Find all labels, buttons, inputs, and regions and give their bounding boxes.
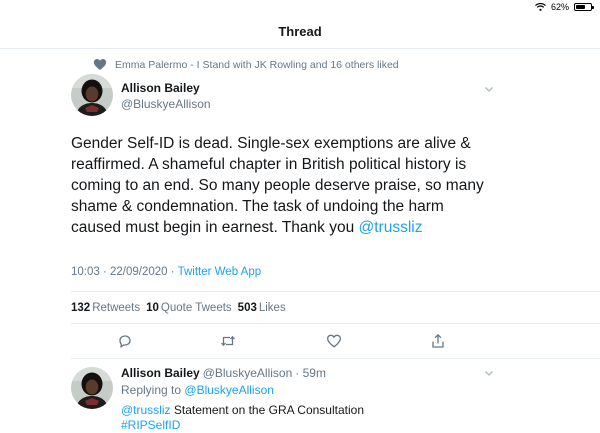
- tweet-timestamp: 10:03 · 22/09/2020 ·: [71, 266, 175, 278]
- retweets-count: 132: [71, 302, 91, 314]
- avatar[interactable]: [71, 74, 113, 116]
- reply-button[interactable]: [117, 333, 133, 349]
- tweet-client-link[interactable]: Twitter Web App: [178, 266, 262, 278]
- quotes-label: Quote Tweets: [160, 302, 232, 314]
- share-button[interactable]: [430, 333, 446, 349]
- reply-author-handle[interactable]: @BluskyeAllison: [203, 366, 293, 380]
- retweets-stat[interactable]: 132 Retweets: [71, 302, 140, 314]
- retweets-label: Retweets: [92, 302, 141, 314]
- likes-count: 503: [237, 302, 257, 314]
- replying-to-link[interactable]: @BluskyeAllison: [184, 383, 274, 397]
- tweet-meta: 10:03 · 22/09/2020 · Twitter Web App: [71, 266, 261, 278]
- status-right: 62%: [535, 2, 594, 12]
- heart-icon: [93, 59, 107, 71]
- divider: [71, 291, 600, 292]
- replying-prefix: Replying to: [121, 383, 182, 397]
- social-context[interactable]: Emma Palermo - I Stand with JK Rowling a…: [93, 58, 399, 71]
- mention-link[interactable]: @trussliz: [359, 219, 423, 236]
- battery-level: [576, 5, 585, 9]
- author-name[interactable]: Allison Bailey: [121, 81, 200, 95]
- quotes-count: 10: [146, 302, 159, 314]
- social-context-text: Emma Palermo - I Stand with JK Rowling a…: [115, 58, 399, 71]
- tweet-text: Gender Self-ID is dead. Single-sex exemp…: [71, 133, 491, 238]
- quote-tweets-stat[interactable]: 10 Quote Tweets: [146, 302, 232, 314]
- reply-author-name[interactable]: Allison Bailey: [121, 366, 200, 380]
- battery-percentage: 62%: [550, 2, 569, 12]
- reply-text: @trussliz Statement on the GRA Consultat…: [121, 403, 364, 433]
- replying-to: Replying to @BluskyeAllison: [121, 383, 274, 397]
- chevron-down-icon[interactable]: [483, 367, 495, 379]
- thread-header: Thread: [0, 14, 600, 49]
- reply-timestamp: · 59m: [295, 366, 326, 380]
- status-bar: 62%: [0, 0, 600, 14]
- likes-stat[interactable]: 503 Likes: [238, 302, 286, 314]
- divider: [71, 358, 600, 359]
- reply-header: Allison Bailey @BluskyeAllison · 59m: [121, 366, 326, 380]
- share-icon: [432, 333, 444, 348]
- tweet-actions: [71, 333, 471, 351]
- divider: [71, 323, 600, 324]
- chevron-down-icon[interactable]: [483, 83, 495, 95]
- reply-body: Statement on the GRA Consultation: [173, 403, 364, 417]
- likes-label: Likes: [258, 302, 286, 314]
- like-button[interactable]: [326, 333, 342, 349]
- reply-mention-link[interactable]: @trussliz: [121, 403, 171, 417]
- author-handle[interactable]: @BluskyeAllison: [121, 97, 211, 111]
- page-title: Thread: [278, 23, 322, 39]
- tweet-stats: 132 Retweets 10 Quote Tweets 503 Likes: [71, 302, 286, 314]
- reply-avatar[interactable]: [71, 367, 113, 409]
- wifi-icon: [535, 3, 546, 11]
- retweet-icon: [221, 335, 235, 347]
- battery-icon: [574, 3, 594, 11]
- like-icon: [326, 334, 342, 348]
- retweet-button[interactable]: [220, 333, 236, 349]
- reply-icon: [119, 335, 131, 348]
